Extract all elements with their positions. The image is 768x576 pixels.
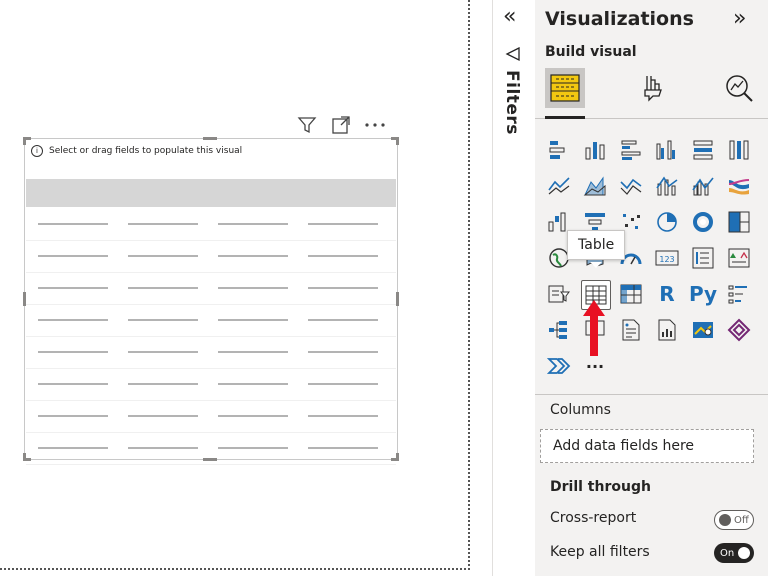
canvas-border: [468, 0, 470, 570]
pie-chart-icon[interactable]: [653, 208, 681, 236]
info-icon: i: [31, 145, 43, 157]
matrix-icon[interactable]: [617, 280, 645, 308]
kpi-icon[interactable]: [725, 244, 753, 272]
clustered-bar-chart-icon[interactable]: [617, 136, 645, 164]
stacked-column-chart-icon[interactable]: [581, 136, 609, 164]
expand-filters-icon[interactable]: «: [503, 4, 516, 29]
active-tab-indicator: [545, 116, 585, 119]
power-apps-icon[interactable]: [725, 316, 753, 344]
build-visual-icon: [550, 74, 580, 102]
power-automate-icon[interactable]: [545, 352, 573, 380]
table-row: [26, 337, 396, 369]
area-chart-icon[interactable]: [581, 172, 609, 200]
table-row: [26, 369, 396, 401]
table-header-placeholder: [26, 179, 396, 207]
table-visual-placeholder[interactable]: i Select or drag fields to populate this…: [23, 137, 399, 465]
decomposition-tree-icon[interactable]: [545, 316, 573, 344]
build-visual-tab[interactable]: [545, 68, 585, 108]
line-and-stacked-column-chart-icon[interactable]: [653, 172, 681, 200]
stacked-bar-chart-icon[interactable]: [545, 136, 573, 164]
keep-all-filters-toggle[interactable]: On: [714, 543, 754, 563]
build-visual-label: Build visual: [545, 44, 637, 60]
get-more-visuals-icon[interactable]: ···: [581, 352, 609, 380]
focus-mode-icon[interactable]: [330, 114, 352, 136]
table-row: [26, 433, 396, 465]
stacked-area-chart-icon[interactable]: [617, 172, 645, 200]
visual-header: [296, 114, 386, 136]
r-script-visual-icon[interactable]: R: [653, 280, 681, 308]
columns-field-well[interactable]: Add data fields here: [540, 429, 754, 463]
cross-report-label: Cross-report: [550, 510, 637, 526]
visual-hint: i Select or drag fields to populate this…: [31, 145, 242, 157]
keep-all-filters-label: Keep all filters: [550, 544, 650, 560]
report-canvas[interactable]: i Select or drag fields to populate this…: [0, 0, 470, 576]
pane-mode-tabs: [543, 68, 763, 110]
resize-handle[interactable]: [396, 453, 399, 461]
multi-row-card-icon[interactable]: [689, 244, 717, 272]
filter-icon[interactable]: [296, 114, 318, 136]
filters-label[interactable]: Filters: [502, 70, 522, 135]
table-row: [26, 241, 396, 273]
resize-handle[interactable]: [203, 137, 217, 140]
python-visual-icon[interactable]: Py: [689, 280, 717, 308]
red-arrow-annotation: [583, 300, 605, 356]
section-divider: [535, 394, 768, 395]
key-influencers-icon[interactable]: [725, 280, 753, 308]
table-row: [26, 273, 396, 305]
table-row: [26, 401, 396, 433]
donut-chart-icon[interactable]: [689, 208, 717, 236]
100-stacked-column-chart-icon[interactable]: [725, 136, 753, 164]
more-options-icon[interactable]: [364, 114, 386, 136]
canvas-border: [0, 568, 470, 570]
table-row: [26, 209, 396, 241]
format-paintbrush-icon: [644, 76, 662, 102]
analytics-tab[interactable]: [719, 68, 759, 108]
ribbon-chart-icon[interactable]: [725, 172, 753, 200]
resize-handle[interactable]: [23, 137, 26, 145]
card-icon[interactable]: 123: [653, 244, 681, 272]
azure-map-icon[interactable]: [689, 316, 717, 344]
collapse-pane-icon[interactable]: »: [733, 6, 746, 31]
table-rows-placeholder: [26, 209, 396, 465]
format-visual-tab[interactable]: [633, 68, 673, 108]
table-tooltip: Table: [567, 230, 626, 260]
paginated-report-icon[interactable]: [653, 316, 681, 344]
treemap-icon[interactable]: [725, 208, 753, 236]
line-and-clustered-column-chart-icon[interactable]: [689, 172, 717, 200]
resize-handle[interactable]: [396, 137, 399, 145]
cross-report-toggle[interactable]: Off: [714, 510, 754, 530]
columns-well-label: Columns: [550, 402, 611, 418]
svg-text:123: 123: [659, 255, 674, 264]
visual-hint-text: Select or drag fields to populate this v…: [49, 146, 243, 156]
line-chart-icon[interactable]: [545, 172, 573, 200]
filters-pane-collapsed[interactable]: « Filters: [492, 0, 536, 576]
tooltip-arrow: [590, 262, 602, 268]
analytics-magnifier-icon: [726, 75, 753, 102]
slicer-icon[interactable]: [545, 280, 573, 308]
clustered-column-chart-icon[interactable]: [653, 136, 681, 164]
pane-title: Visualizations: [545, 8, 694, 30]
table-row: [26, 305, 396, 337]
resize-handle[interactable]: [396, 292, 399, 306]
filter-pane-icon: [505, 46, 521, 66]
100-stacked-bar-chart-icon[interactable]: [689, 136, 717, 164]
drill-through-title: Drill through: [550, 479, 651, 495]
smart-narrative-icon[interactable]: [617, 316, 645, 344]
